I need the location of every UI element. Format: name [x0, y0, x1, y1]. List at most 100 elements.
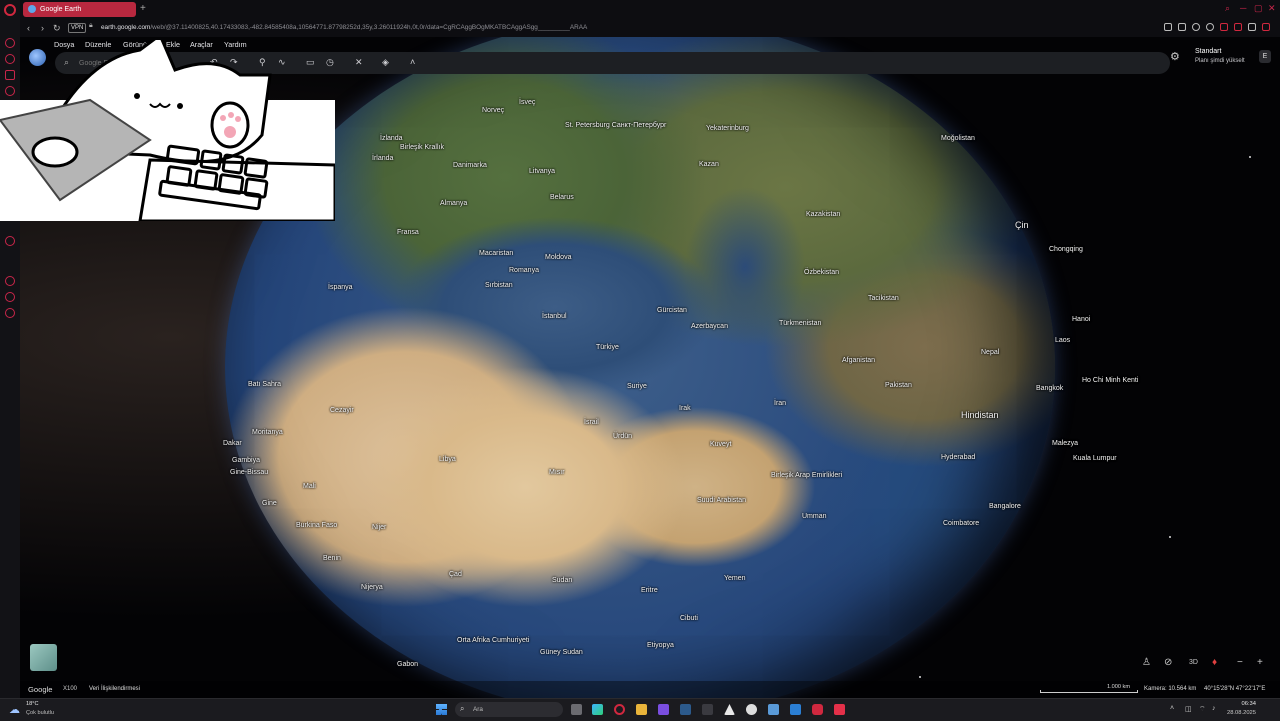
- map-label[interactable]: Batı Sahra: [248, 381, 281, 388]
- map-label[interactable]: Dakar: [223, 440, 242, 447]
- file-explorer-icon[interactable]: [636, 704, 647, 715]
- map-label[interactable]: İrlanda: [372, 155, 393, 162]
- sidebar-player-icon[interactable]: [5, 236, 15, 246]
- vpn-badge[interactable]: VPN: [68, 23, 87, 33]
- zoom-out-icon[interactable]: −: [1237, 657, 1243, 668]
- layers-icon[interactable]: ◈: [382, 57, 389, 68]
- map-label[interactable]: Yekaterinburg: [706, 125, 749, 132]
- taskbar-search[interactable]: ⌕ Ara: [455, 702, 563, 717]
- minimize-icon[interactable]: ─: [1240, 3, 1246, 13]
- app-icon-9[interactable]: [768, 704, 779, 715]
- back-arrow-icon[interactable]: ‹: [27, 23, 30, 33]
- teams-icon[interactable]: [658, 704, 669, 715]
- app-icon-11[interactable]: [812, 704, 823, 715]
- windows-start-icon[interactable]: [436, 704, 447, 715]
- url-field[interactable]: earth.google.com/web/@37.11400825,40.174…: [101, 24, 587, 31]
- close-window-icon[interactable]: ✕: [1268, 3, 1276, 14]
- map-label[interactable]: Çin: [1015, 220, 1029, 230]
- map-label[interactable]: İstanbul: [542, 313, 567, 320]
- opera-gx-icon[interactable]: [614, 704, 625, 715]
- map-label[interactable]: Hindistan: [961, 410, 999, 420]
- settings-gear-icon[interactable]: ⚙: [1170, 50, 1180, 63]
- tray-network-icon[interactable]: ◫: [1185, 705, 1192, 713]
- map-label[interactable]: Türkiye: [596, 344, 619, 351]
- play-icon[interactable]: [1192, 23, 1200, 31]
- easy-setup-icon[interactable]: [1262, 23, 1270, 31]
- map-label[interactable]: Macaristan: [479, 250, 513, 257]
- map-label[interactable]: Belarus: [550, 194, 574, 201]
- map-label[interactable]: Ho Chi Minh Kenti: [1082, 377, 1138, 384]
- map-label[interactable]: Malezya: [1052, 440, 1078, 447]
- chrome-icon[interactable]: [746, 704, 757, 715]
- map-label[interactable]: Moritanya: [252, 429, 283, 436]
- map-label[interactable]: Gambiya: [232, 457, 260, 464]
- edge-icon[interactable]: [592, 704, 603, 715]
- tray-chevron-icon[interactable]: ˄: [1170, 705, 1174, 712]
- map-label[interactable]: Etiyopya: [647, 642, 674, 649]
- lock-icon[interactable]: 🔒︎: [89, 22, 93, 30]
- map-label[interactable]: Norveç: [482, 107, 504, 114]
- data-attribution-link[interactable]: Veri İlişkilendirmesi: [89, 686, 140, 692]
- map-label[interactable]: Danimarka: [453, 162, 487, 169]
- zoom-in-icon[interactable]: +: [1257, 657, 1263, 668]
- wallet-icon[interactable]: [1234, 23, 1242, 31]
- map-label[interactable]: Nijerya: [361, 584, 383, 591]
- map-label[interactable]: Chongqing: [1049, 246, 1083, 253]
- sidebar-heart-icon[interactable]: [5, 292, 15, 302]
- map-label[interactable]: Ürdün: [613, 433, 632, 440]
- map-label[interactable]: Kazan: [699, 161, 719, 168]
- map-label[interactable]: Umman: [802, 513, 827, 520]
- map-label[interactable]: Eritre: [641, 587, 658, 594]
- map-label[interactable]: Mısır: [549, 469, 565, 476]
- map-label[interactable]: İspanya: [328, 284, 353, 291]
- map-label[interactable]: Mali: [303, 483, 316, 490]
- avatar[interactable]: E: [1259, 50, 1271, 63]
- map-label[interactable]: Cibuti: [680, 615, 698, 622]
- map-label[interactable]: Yemen: [724, 575, 746, 582]
- app-icon-7[interactable]: [724, 704, 735, 715]
- map-label[interactable]: Gabon: [397, 661, 418, 668]
- search-tabs-icon[interactable]: ⌕: [1225, 3, 1230, 14]
- tray-volume-icon[interactable]: ♪: [1212, 705, 1216, 712]
- map-label[interactable]: Çad: [449, 571, 462, 578]
- compass-icon[interactable]: ♦: [1212, 657, 1217, 668]
- map-label[interactable]: Birleşik Arap Emirlikleri: [771, 472, 842, 479]
- sidebar-settings-icon[interactable]: [5, 308, 15, 318]
- map-label[interactable]: Nepal: [981, 349, 999, 356]
- map-label[interactable]: Kuala Lumpur: [1073, 455, 1117, 462]
- map-label[interactable]: Irak: [679, 405, 691, 412]
- map-label[interactable]: İsveç: [519, 99, 535, 106]
- map-label[interactable]: Birleşik Krallık: [400, 144, 444, 151]
- map-label[interactable]: Litvanya: [529, 168, 555, 175]
- map-label[interactable]: Gine: [262, 500, 277, 507]
- globe[interactable]: [225, 37, 1055, 698]
- map-label[interactable]: Afganistan: [842, 357, 875, 364]
- download-icon[interactable]: [1248, 23, 1256, 31]
- map-label[interactable]: Almanya: [440, 200, 467, 207]
- map-label[interactable]: Benin: [323, 555, 341, 562]
- map-label[interactable]: Moldova: [545, 254, 571, 261]
- tab-google-earth[interactable]: Google Earth: [23, 2, 136, 17]
- maximize-icon[interactable]: ▢: [1254, 3, 1263, 14]
- map-label[interactable]: Sudan: [552, 577, 572, 584]
- map-label[interactable]: Suudi Arabistan: [697, 497, 746, 504]
- map-label[interactable]: İsrail: [584, 419, 599, 426]
- map-label[interactable]: Sırbistan: [485, 282, 513, 289]
- mode-3d-button[interactable]: 3D: [1189, 659, 1198, 666]
- opera-logo-icon[interactable]: [4, 4, 16, 16]
- map-label[interactable]: İzlanda: [380, 135, 403, 142]
- map-label[interactable]: Bangalore: [989, 503, 1021, 510]
- tray-wifi-icon[interactable]: ⌔: [1199, 705, 1206, 714]
- map-label[interactable]: Burkina Faso: [296, 522, 337, 529]
- map-label[interactable]: Cezayir: [330, 407, 354, 414]
- voyager-icon[interactable]: ✕: [355, 57, 363, 68]
- forward-arrow-icon[interactable]: ›: [41, 23, 44, 33]
- map-label[interactable]: Kuveyt: [710, 441, 731, 448]
- bookmark-icon[interactable]: [1178, 23, 1186, 31]
- weather-temp[interactable]: 18°C: [26, 701, 39, 707]
- map-label[interactable]: Pakistan: [885, 382, 912, 389]
- task-view-icon[interactable]: [571, 704, 582, 715]
- map-label[interactable]: Tacikistan: [868, 295, 899, 302]
- weather-desc[interactable]: Çok bulutlu: [26, 710, 54, 716]
- map-label[interactable]: Fransa: [397, 229, 419, 236]
